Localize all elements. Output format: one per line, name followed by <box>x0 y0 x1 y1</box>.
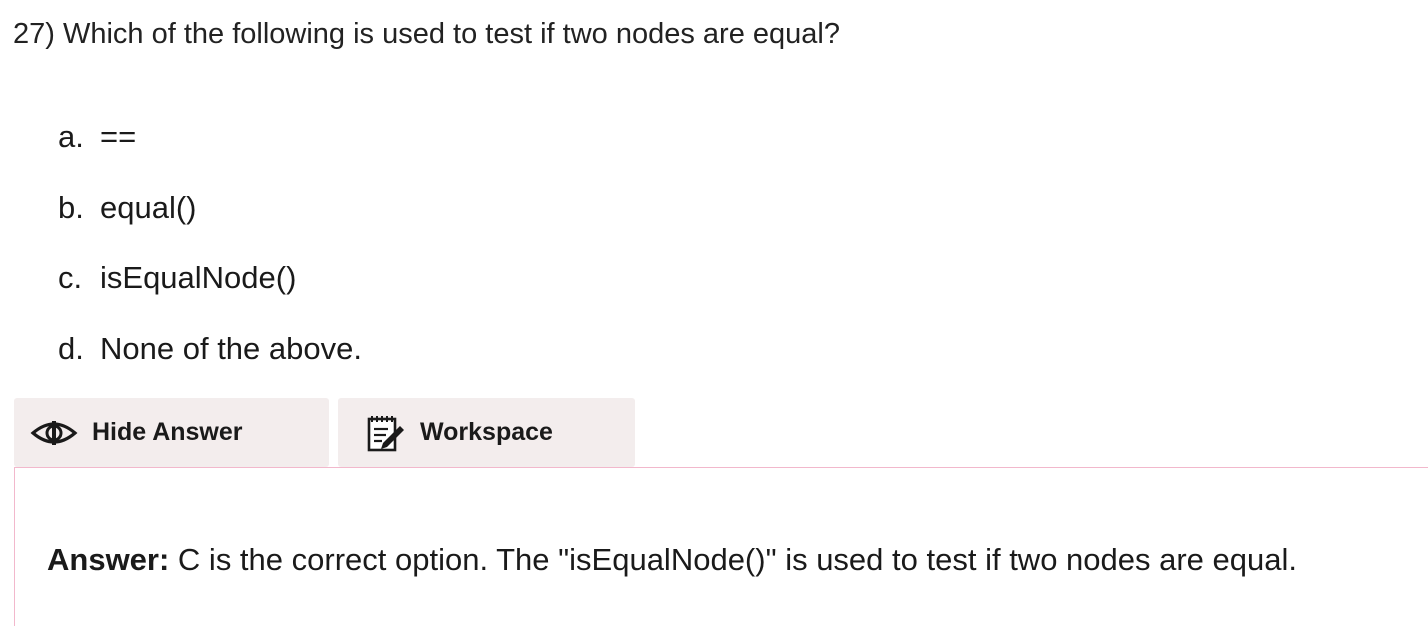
page: 27) Which of the following is used to te… <box>0 0 1428 626</box>
option-b[interactable]: b. equal() <box>58 173 362 244</box>
option-text: None of the above. <box>100 330 362 366</box>
notepad-edit-icon <box>366 413 406 453</box>
option-text: equal() <box>100 189 197 225</box>
answer-explanation: C is the correct option. The "isEqualNod… <box>169 542 1297 577</box>
answer-text: Answer: C is the correct option. The "is… <box>47 540 1297 580</box>
option-d[interactable]: d. None of the above. <box>58 314 362 385</box>
workspace-button[interactable]: Workspace <box>338 398 635 467</box>
eye-icon <box>30 418 78 448</box>
option-text: isEqualNode() <box>100 260 297 296</box>
option-text: == <box>100 119 137 155</box>
option-letter: c. <box>58 260 83 296</box>
question-text: 27) Which of the following is used to te… <box>13 18 840 50</box>
option-letter: a. <box>58 119 84 155</box>
hide-answer-label: Hide Answer <box>92 418 243 446</box>
option-letter: d. <box>58 330 84 366</box>
answer-label: Answer: <box>47 542 170 577</box>
hide-answer-button[interactable]: Hide Answer <box>14 398 329 467</box>
workspace-label: Workspace <box>420 418 553 446</box>
answer-panel: Answer: C is the correct option. The "is… <box>14 467 1428 626</box>
option-c[interactable]: c. isEqualNode() <box>58 243 362 314</box>
options-list: a. == b. equal() c. isEqualNode() d. Non… <box>58 102 362 384</box>
option-letter: b. <box>58 189 84 225</box>
option-a[interactable]: a. == <box>58 102 362 173</box>
